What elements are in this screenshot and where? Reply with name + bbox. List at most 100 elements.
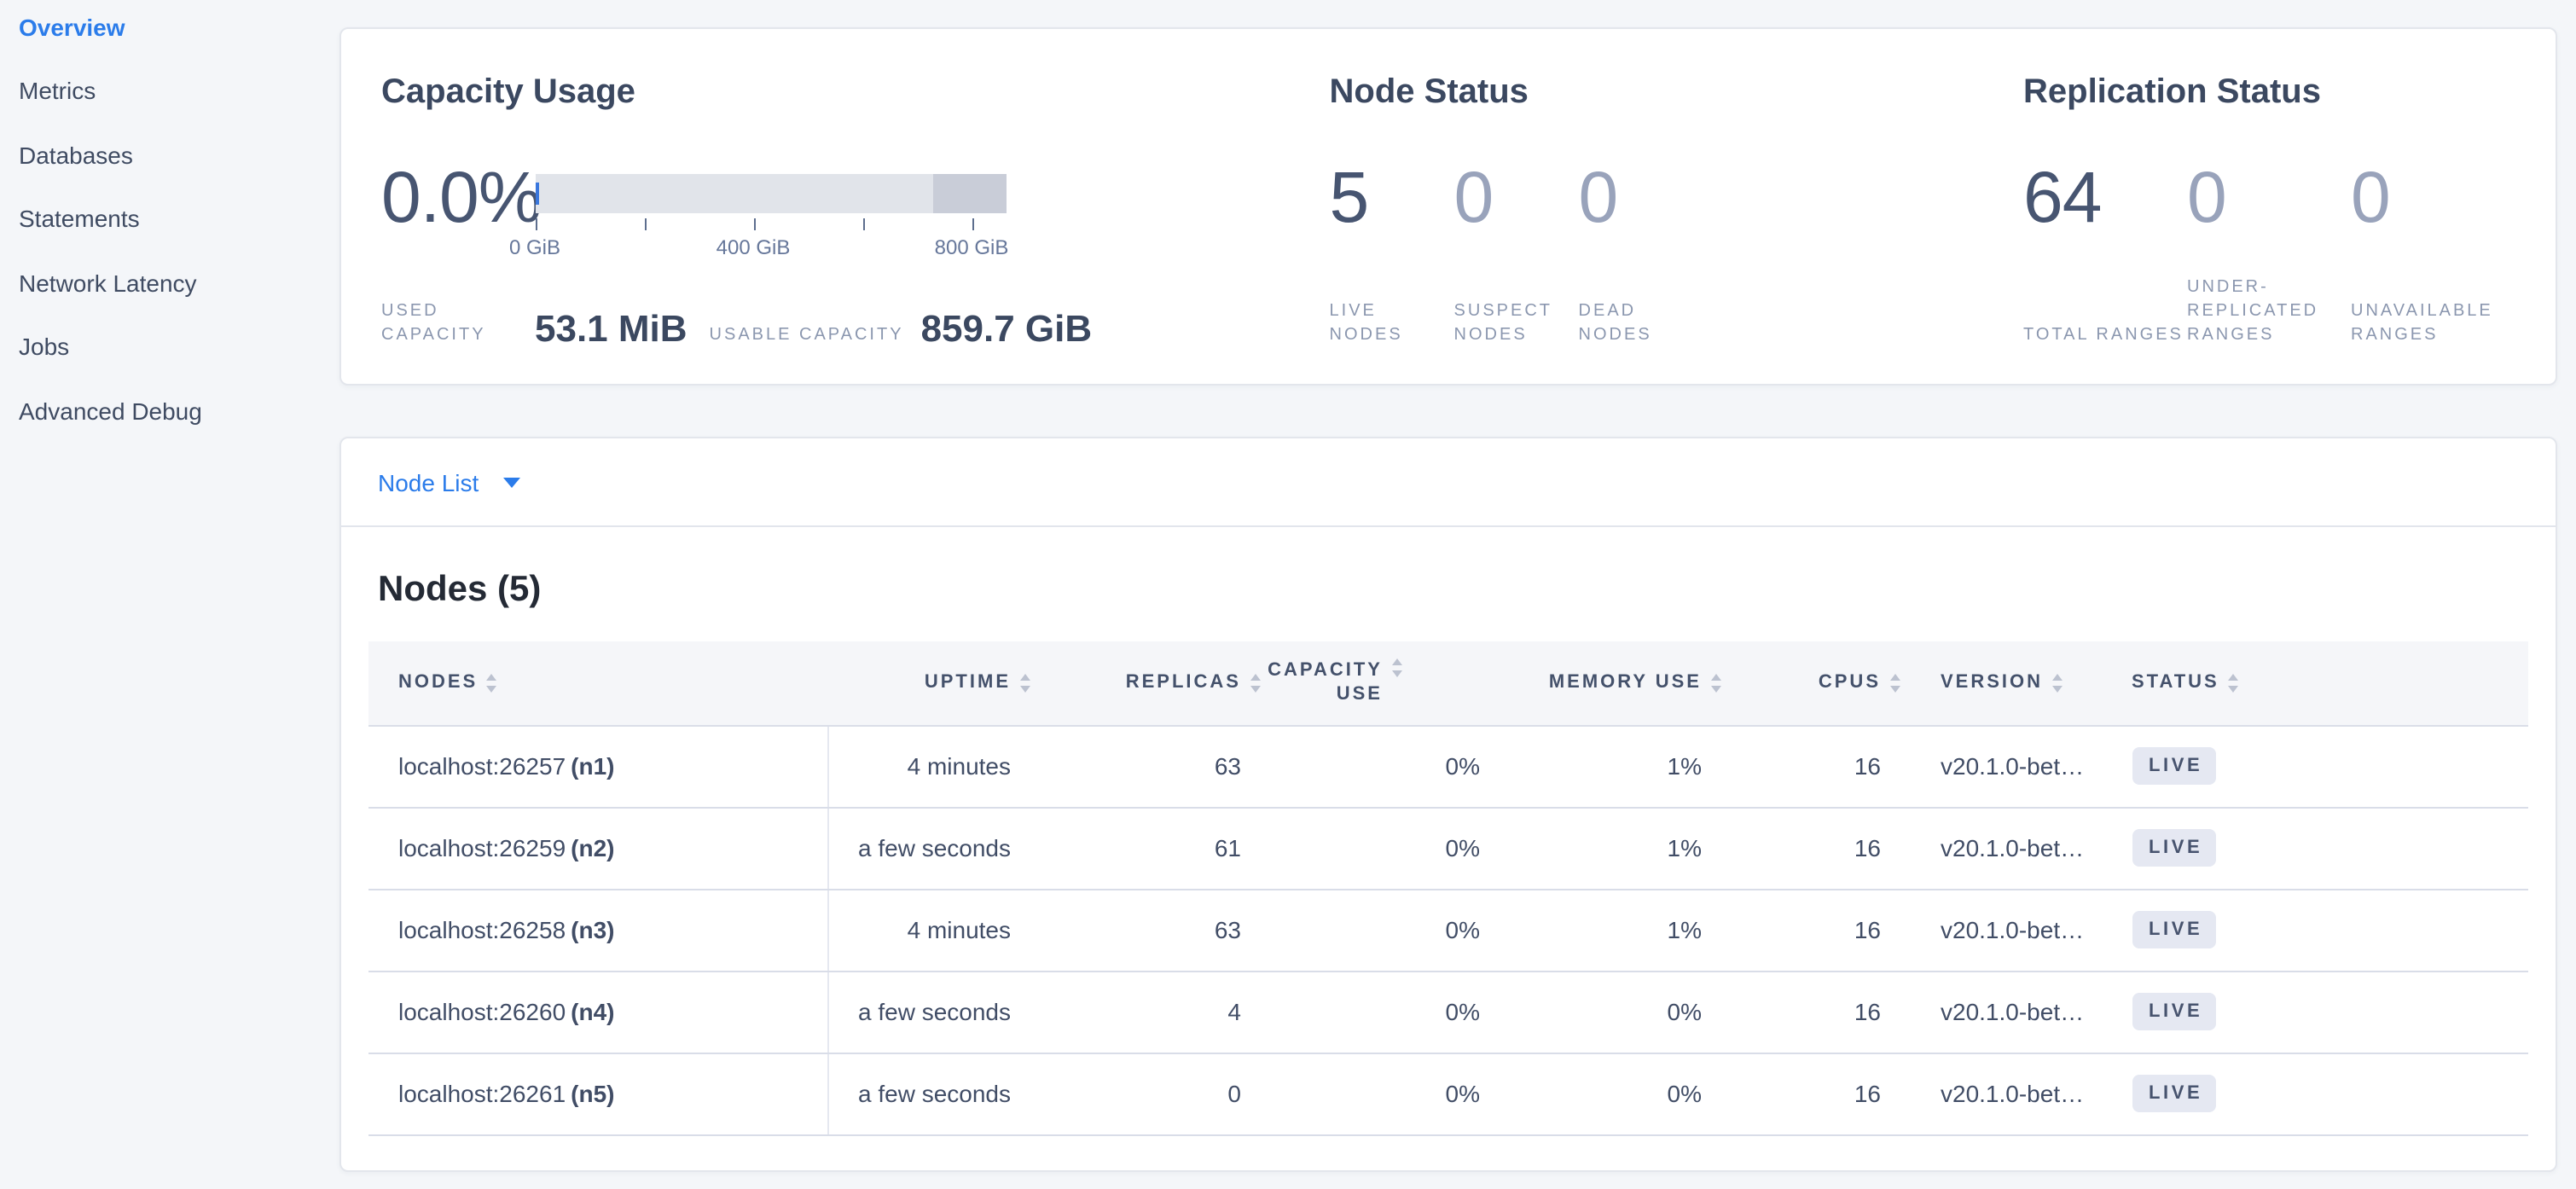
column-header-capacity-use-label: CAPACITY USE	[1263, 659, 1383, 707]
replicas-cell: 4	[1033, 971, 1263, 1053]
capacity-gauge-axis-labels: 0 GiB 400 GiB 800 GiB	[535, 235, 1006, 259]
node-address[interactable]: localhost:26260	[398, 998, 566, 1025]
sidebar-item-databases[interactable]: Databases	[0, 123, 338, 187]
usable-capacity-stat: USABLE CAPACITY 859.7 GiB	[710, 309, 1093, 348]
node-id: (n5)	[571, 1080, 614, 1107]
column-header-memory-use-label: MEMORY USE	[1549, 673, 1702, 693]
table-header-row: NODES UPTIME REPLICAS CAPACITY USE MEMOR	[368, 641, 2528, 725]
under-replicated-ranges-label: UNDER-REPLICATED RANGES	[2187, 276, 2351, 348]
memory-use-cell: 0%	[1502, 971, 1724, 1053]
column-header-cpus-label: CPUS	[1819, 673, 1881, 693]
sidebar-item-network-latency[interactable]: Network Latency	[0, 251, 338, 315]
node-status-title: Node Status	[1330, 72, 2023, 113]
column-header-status[interactable]: STATUS	[2108, 641, 2528, 725]
sort-icon[interactable]	[1710, 674, 1720, 692]
node-list-dropdown[interactable]: Node List	[340, 438, 2556, 527]
version-cell: v20.1.0-bet…	[1903, 807, 2108, 889]
sort-icon[interactable]	[1019, 674, 1030, 692]
dead-nodes-label: DEAD NODES	[1579, 300, 1703, 348]
sort-icon[interactable]	[1391, 659, 1511, 677]
version-cell: v20.1.0-bet…	[1903, 889, 2108, 971]
status-badge: LIVE	[2132, 911, 2216, 948]
column-header-replicas[interactable]: REPLICAS	[1033, 641, 1263, 725]
cpus-cell: 16	[1724, 1053, 1903, 1134]
node-list-dropdown-label[interactable]: Node List	[378, 468, 479, 496]
sort-icon[interactable]	[2051, 674, 2062, 692]
suspect-nodes-label: SUSPECT NODES	[1454, 300, 1579, 348]
used-capacity-value: 53.1 MiB	[535, 309, 688, 348]
total-ranges-label: TOTAL RANGES	[2023, 324, 2187, 348]
cpus-cell: 16	[1724, 725, 1903, 807]
nodes-card: Node List Nodes (5) NODES UPTIME	[339, 437, 2557, 1171]
table-row: localhost:26260(n4) a few seconds 4 0% 0…	[368, 971, 2528, 1053]
status-badge: LIVE	[2132, 1075, 2216, 1112]
sort-icon[interactable]	[486, 674, 496, 692]
nodes-heading: Nodes (5)	[378, 568, 2518, 611]
node-address[interactable]: localhost:26258	[398, 916, 566, 943]
cluster-summary-card: Capacity Usage 0.0% 0	[339, 27, 2557, 386]
uptime-cell: a few seconds	[828, 971, 1033, 1053]
capacity-gauge-ticks	[535, 218, 1006, 232]
table-row: localhost:26257(n1) 4 minutes 63 0% 1% 1…	[368, 725, 2528, 807]
column-header-uptime[interactable]: UPTIME	[828, 641, 1033, 725]
node-status-section: Node Status 5 0 0 LIVE NODES SUSPECT NOD…	[1330, 72, 2023, 384]
uptime-cell: 4 minutes	[828, 889, 1033, 971]
replicas-cell: 63	[1033, 725, 1263, 807]
unavailable-ranges-count: 0	[2351, 164, 2515, 232]
sort-icon[interactable]	[2228, 674, 2238, 692]
node-address[interactable]: localhost:26257	[398, 752, 566, 780]
column-header-version-label: VERSION	[1941, 673, 2043, 693]
used-capacity-stat: USED CAPACITY 53.1 MiB	[381, 300, 688, 348]
replicas-cell: 61	[1033, 807, 1263, 889]
sort-icon[interactable]	[1889, 674, 1900, 692]
capacity-usage-section: Capacity Usage 0.0% 0	[381, 72, 1330, 384]
capacity-use-cell: 0%	[1263, 971, 1502, 1053]
live-nodes-label: LIVE NODES	[1330, 300, 1454, 348]
node-id: (n1)	[571, 752, 614, 780]
node-id: (n4)	[571, 998, 614, 1025]
table-row: localhost:26261(n5) a few seconds 0 0% 0…	[368, 1053, 2528, 1134]
capacity-use-cell: 0%	[1263, 725, 1502, 807]
column-header-uptime-label: UPTIME	[925, 673, 1011, 693]
capacity-usage-title: Capacity Usage	[381, 72, 1330, 113]
column-header-version[interactable]: VERSION	[1903, 641, 2108, 725]
memory-use-cell: 1%	[1502, 725, 1724, 807]
column-header-memory-use[interactable]: MEMORY USE	[1502, 641, 1724, 725]
status-badge: LIVE	[2132, 993, 2216, 1030]
sidebar-item-statements[interactable]: Statements	[0, 187, 338, 251]
sidebar-item-advanced-debug[interactable]: Advanced Debug	[0, 379, 338, 443]
node-address[interactable]: localhost:26261	[398, 1080, 566, 1107]
uptime-cell: 4 minutes	[828, 725, 1033, 807]
cpus-cell: 16	[1724, 971, 1903, 1053]
column-header-nodes[interactable]: NODES	[368, 641, 828, 725]
column-header-cpus[interactable]: CPUS	[1724, 641, 1903, 725]
sidebar-item-metrics[interactable]: Metrics	[0, 59, 338, 123]
column-header-status-label: STATUS	[2132, 673, 2219, 693]
main-content: Capacity Usage 0.0% 0	[339, 0, 2557, 1171]
cpus-cell: 16	[1724, 807, 1903, 889]
node-address[interactable]: localhost:26259	[398, 834, 566, 861]
sidebar-item-jobs[interactable]: Jobs	[0, 315, 338, 379]
uptime-cell: a few seconds	[828, 807, 1033, 889]
version-cell: v20.1.0-bet…	[1903, 971, 2108, 1053]
dead-nodes-count: 0	[1579, 164, 1703, 232]
unavailable-ranges-label: UNAVAILABLE RANGES	[2351, 300, 2515, 348]
memory-use-cell: 1%	[1502, 889, 1724, 971]
axis-label-400gib: 400 GiB	[717, 235, 791, 259]
sidebar-item-overview[interactable]: Overview	[0, 0, 338, 59]
suspect-nodes-count: 0	[1454, 164, 1579, 232]
used-capacity-label: USED CAPACITY	[381, 300, 514, 348]
capacity-gauge-bar	[535, 174, 1006, 213]
node-id: (n2)	[571, 834, 614, 861]
column-header-capacity-use[interactable]: CAPACITY USE	[1263, 641, 1502, 725]
version-cell: v20.1.0-bet…	[1903, 725, 2108, 807]
status-badge: LIVE	[2132, 829, 2216, 867]
capacity-use-cell: 0%	[1263, 889, 1502, 971]
replicas-cell: 63	[1033, 889, 1263, 971]
capacity-use-cell: 0%	[1263, 1053, 1502, 1134]
sort-icon[interactable]	[1250, 674, 1260, 692]
memory-use-cell: 1%	[1502, 807, 1724, 889]
table-row: localhost:26259(n2) a few seconds 61 0% …	[368, 807, 2528, 889]
cpus-cell: 16	[1724, 889, 1903, 971]
node-id: (n3)	[571, 916, 614, 943]
